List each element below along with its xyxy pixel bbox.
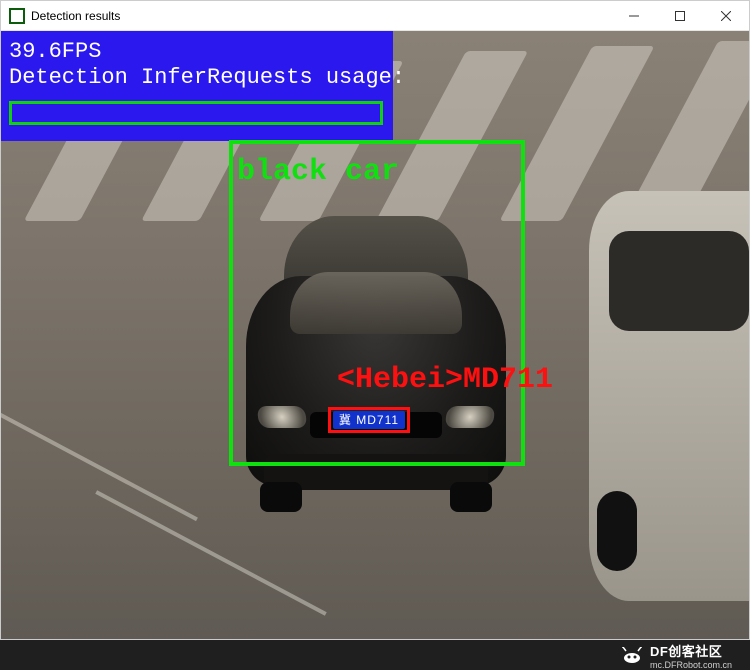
usage-bar [9,101,383,125]
usage-text: Detection InferRequests usage: [9,65,385,91]
maximize-button[interactable] [657,1,703,31]
video-frame: 冀 MD711 39.6FPS Detection InferRequests … [1,31,749,639]
footer-url: mc.DFRobot.com.cn [650,660,732,670]
vehicle-label: black car [237,155,399,189]
app-window: Detection results [0,0,750,640]
window-controls [611,1,749,31]
secondary-vehicle [589,191,749,601]
footer-logo-icon [622,647,642,663]
footer-text: DF创客社区 mc.DFRobot.com.cn [650,641,732,670]
titlebar: Detection results [1,1,749,31]
minimize-icon [629,11,639,21]
fps-text: 39.6FPS [9,39,385,65]
plate-bbox [328,407,410,433]
close-icon [721,11,731,21]
stats-overlay: 39.6FPS Detection InferRequests usage: [1,31,393,141]
close-button[interactable] [703,1,749,31]
plate-ocr-text: <Hebei>MD711 [337,363,553,397]
watermark-footer: DF创客社区 mc.DFRobot.com.cn [0,640,750,670]
window-title: Detection results [31,9,611,23]
footer-brand: DF创客社区 [650,641,732,660]
app-icon [9,8,25,24]
maximize-icon [675,11,685,21]
minimize-button[interactable] [611,1,657,31]
